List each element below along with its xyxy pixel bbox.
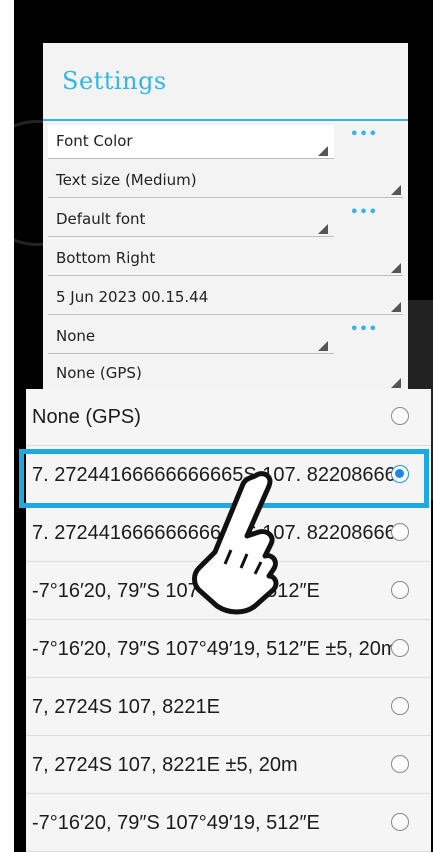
date-row: 5 Jun 2023 00.15.44 [48,281,408,320]
position-spinner[interactable]: Bottom Right [48,242,403,276]
dropdown-corner-icon [318,146,328,156]
location-options-popup: None (GPS) 7. 27244166666666665S 107. 82… [26,389,431,852]
extra-spinner[interactable]: None [48,320,334,354]
list-item[interactable]: -7°16′20, 79″S 107°49′19, 512″E [26,795,431,852]
location-label: None (GPS) [56,364,142,382]
settings-dialog: Settings Font Color ••• Text size (Mediu… [43,43,408,391]
dropdown-corner-icon [391,378,401,388]
extra-more-button[interactable]: ••• [350,322,378,337]
phone-screen: Settings Font Color ••• Text size (Mediu… [14,0,433,852]
option-label: 7, 2724S 107, 8221E ±5, 20m [32,754,298,776]
dropdown-corner-icon [391,185,401,195]
position-label: Bottom Right [56,249,156,267]
list-item[interactable]: -7°16′20, 79″S 107°49′19, 512″E ±5, 20m [26,621,431,678]
dropdown-corner-icon [318,341,328,351]
option-label: None (GPS) [32,406,141,428]
title-divider [43,119,408,121]
location-spinner[interactable]: None (GPS) [48,357,403,391]
option-label: 7, 2724S 107, 8221E [32,696,220,718]
text-size-row: Text size (Medium) [48,164,408,203]
radio-button[interactable] [391,697,409,715]
text-size-label: Text size (Medium) [56,171,197,189]
default-font-more-button[interactable]: ••• [350,205,378,220]
extra-label: None [56,327,96,345]
default-font-label: Default font [56,210,146,228]
date-label: 5 Jun 2023 00.15.44 [56,288,209,306]
font-color-spinner[interactable]: Font Color [48,125,334,159]
font-color-more-button[interactable]: ••• [350,127,378,142]
list-item[interactable]: None (GPS) [26,389,431,446]
radio-button[interactable] [391,407,409,425]
text-size-spinner[interactable]: Text size (Medium) [48,164,403,198]
font-color-label: Font Color [56,132,133,150]
dropdown-corner-icon [391,263,401,273]
dropdown-corner-icon [391,302,401,312]
radio-button[interactable] [391,523,409,541]
radio-button[interactable] [391,755,409,773]
radio-button[interactable] [391,813,409,831]
radio-button[interactable] [391,581,409,599]
radio-button[interactable] [391,639,409,657]
default-font-spinner[interactable]: Default font [48,203,334,237]
position-row: Bottom Right [48,242,408,281]
extra-row: None ••• [48,320,408,359]
option-label: -7°16′20, 79″S 107°49′19, 512″E [32,812,320,834]
pointing-hand-icon [192,471,279,615]
default-font-row: Default font ••• [48,203,408,242]
settings-title: Settings [62,67,167,95]
font-color-row: Font Color ••• [48,125,408,164]
dropdown-corner-icon [318,224,328,234]
date-spinner[interactable]: 5 Jun 2023 00.15.44 [48,281,403,315]
option-label: -7°16′20, 79″S 107°49′19, 512″E ±5, 20m [32,638,398,660]
list-item[interactable]: 7, 2724S 107, 8221E [26,679,431,736]
list-item[interactable]: 7, 2724S 107, 8221E ±5, 20m [26,737,431,794]
radio-button-selected[interactable] [391,465,409,483]
